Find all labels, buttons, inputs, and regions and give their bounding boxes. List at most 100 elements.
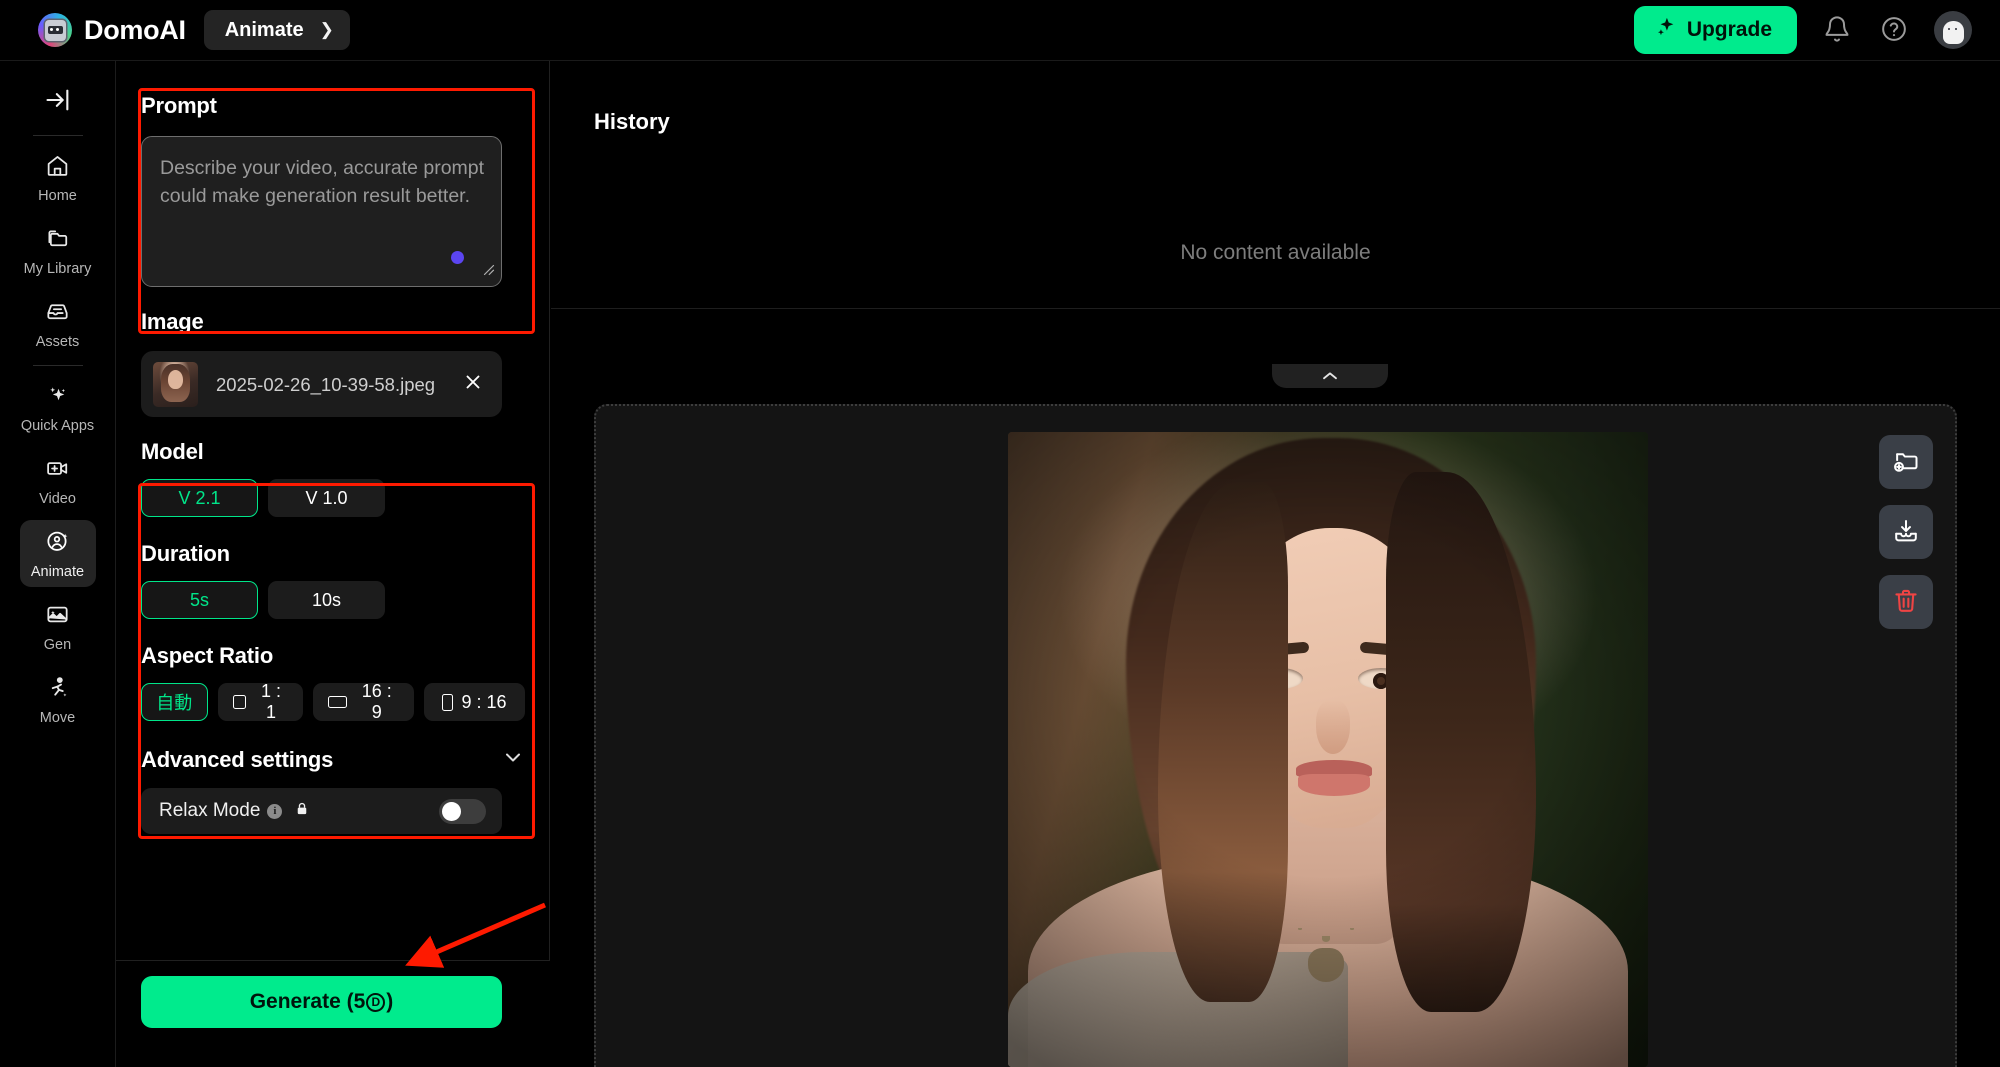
preview-stage <box>594 404 1957 1067</box>
sidebar-item-animate[interactable]: Animate <box>19 520 96 587</box>
sidebar-item-gen[interactable]: Gen <box>20 593 96 660</box>
image-title: Image <box>141 309 204 334</box>
duration-option-5s[interactable]: 5s <box>141 581 258 619</box>
sidebar-item-label: Video <box>39 491 76 507</box>
advanced-settings-header[interactable]: Advanced settings <box>141 745 525 774</box>
aspect-option-1-1[interactable]: 1 : 1 <box>217 681 303 722</box>
sidebar-item-label: Assets <box>35 334 80 350</box>
question-circle-icon <box>1880 15 1908 46</box>
generate-label-suffix: ) <box>386 990 394 1013</box>
upgrade-button[interactable]: Upgrade <box>1633 6 1797 54</box>
model-option-v10[interactable]: V 1.0 <box>268 479 385 517</box>
robot-logo-icon <box>38 13 72 47</box>
relax-mode-row: Relax Mode i <box>141 788 502 834</box>
app-header: DomoAI Animate ❯ Upgrade <box>0 0 2000 61</box>
remove-image-button[interactable] <box>460 371 486 397</box>
model-option-label: V 2.1 <box>178 487 221 508</box>
sidebar-item-my-library[interactable]: My Library <box>20 217 96 284</box>
prompt-section: Prompt Describe your video, accurate pro… <box>116 71 550 287</box>
aspect-ratio-options: 自動 1 : 1 16 : 9 9 : 16 <box>141 681 526 722</box>
history-title: History <box>594 109 670 134</box>
collapse-panel-icon <box>44 86 72 119</box>
sidebar-item-quick-apps[interactable]: Quick Apps <box>20 374 96 441</box>
prompt-placeholder: Describe your video, accurate prompt cou… <box>160 157 485 207</box>
brand: DomoAI <box>38 13 186 47</box>
sidebar-item-home[interactable]: Home <box>20 144 96 211</box>
image-section: Image 2025-02-26_10-39-58.jpeg <box>116 287 550 417</box>
aspect-option-label: 16 : 9 <box>361 681 392 722</box>
aspect-option-label: 1 : 1 <box>260 681 281 722</box>
download-button[interactable] <box>1879 505 1933 559</box>
folder-plus-icon <box>1892 447 1920 478</box>
prompt-title: Prompt <box>141 93 217 118</box>
main-content: History No content available <box>551 61 2000 1067</box>
settings-panel-scroll[interactable]: Prompt Describe your video, accurate pro… <box>116 61 550 960</box>
info-icon[interactable]: i <box>267 803 283 819</box>
sidebar-item-label: My Library <box>23 261 92 277</box>
sidebar-item-move[interactable]: Move <box>20 666 96 733</box>
notification-button[interactable] <box>1820 13 1854 47</box>
image-file-card[interactable]: 2025-02-26_10-39-58.jpeg <box>141 351 502 417</box>
aspect-ratio-title: Aspect Ratio <box>141 643 274 668</box>
aspect-option-auto[interactable]: 自動 <box>141 683 208 721</box>
sidebar-item-label: Move <box>39 710 76 726</box>
generate-bar: Generate (5 D ) <box>116 960 550 1067</box>
history-divider <box>551 308 2000 309</box>
lock-icon <box>294 801 310 822</box>
delete-button[interactable] <box>1879 575 1933 629</box>
prompt-input[interactable]: Describe your video, accurate prompt cou… <box>141 136 502 287</box>
video-plus-icon <box>45 456 70 486</box>
home-icon <box>45 153 70 183</box>
sidebar-item-label: Home <box>38 188 77 204</box>
help-button[interactable] <box>1877 13 1911 47</box>
sidebar-item-video[interactable]: Video <box>20 447 96 514</box>
resize-handle-icon[interactable] <box>481 262 497 283</box>
bell-icon <box>1823 15 1851 46</box>
aspect-option-9-16[interactable]: 9 : 16 <box>423 683 526 721</box>
close-icon <box>462 371 484 398</box>
download-tray-icon <box>1892 517 1920 548</box>
portrait-icon <box>442 693 454 711</box>
duration-option-label: 5s <box>189 589 209 610</box>
model-option-v21[interactable]: V 2.1 <box>141 479 258 517</box>
advanced-settings-section: Advanced settings Relax Mode i <box>116 721 550 834</box>
sidebar-item-label: Quick Apps <box>20 418 95 434</box>
folders-icon <box>45 226 70 256</box>
generate-label-prefix: Generate (5 <box>249 990 366 1013</box>
history-collapse-tab[interactable] <box>1272 364 1388 388</box>
duration-option-10s[interactable]: 10s <box>268 581 385 619</box>
duration-option-label: 10s <box>311 589 342 610</box>
sidebar-item-label: Gen <box>43 637 72 653</box>
add-to-folder-button[interactable] <box>1879 435 1933 489</box>
settings-panel: Prompt Describe your video, accurate pro… <box>116 61 550 1067</box>
inbox-icon <box>45 299 70 329</box>
mode-label: Animate <box>224 18 304 41</box>
sidebar-item-assets[interactable]: Assets <box>20 290 96 357</box>
chevron-right-icon: ❯ <box>319 20 334 39</box>
relax-mode-label: Relax Mode <box>159 800 261 821</box>
relax-mode-toggle[interactable] <box>439 798 486 824</box>
mode-selector-animate[interactable]: Animate ❯ <box>203 10 350 50</box>
brand-name: DomoAI <box>84 14 186 45</box>
preview-image[interactable] <box>1008 432 1648 1067</box>
sidebar-collapse-button[interactable] <box>0 77 115 127</box>
animate-person-icon <box>45 529 70 559</box>
header-actions: Upgrade <box>1633 6 1972 54</box>
preview-tools <box>1879 435 1933 629</box>
history-empty-message: No content available <box>1180 241 1371 264</box>
sparkles-icon <box>1655 16 1677 44</box>
landscape-icon <box>327 696 347 708</box>
chevron-down-icon[interactable] <box>501 745 525 774</box>
sidebar-divider-top <box>32 135 83 136</box>
trash-icon <box>1892 587 1920 618</box>
image-thumbnail <box>153 361 198 407</box>
duration-options: 5s 10s <box>141 581 525 619</box>
chevron-up-icon <box>1321 369 1339 387</box>
aspect-option-16-9[interactable]: 16 : 9 <box>312 681 414 722</box>
duration-title: Duration <box>141 541 230 566</box>
model-duration-aspect-section: Model V 2.1 V 1.0 Duration 5s 10s Aspect… <box>116 417 550 722</box>
generate-button[interactable]: Generate (5 D ) <box>141 976 502 1028</box>
prompt-enhance-dot[interactable] <box>451 251 464 264</box>
avatar[interactable] <box>1934 11 1972 49</box>
credit-icon: D <box>366 992 386 1012</box>
